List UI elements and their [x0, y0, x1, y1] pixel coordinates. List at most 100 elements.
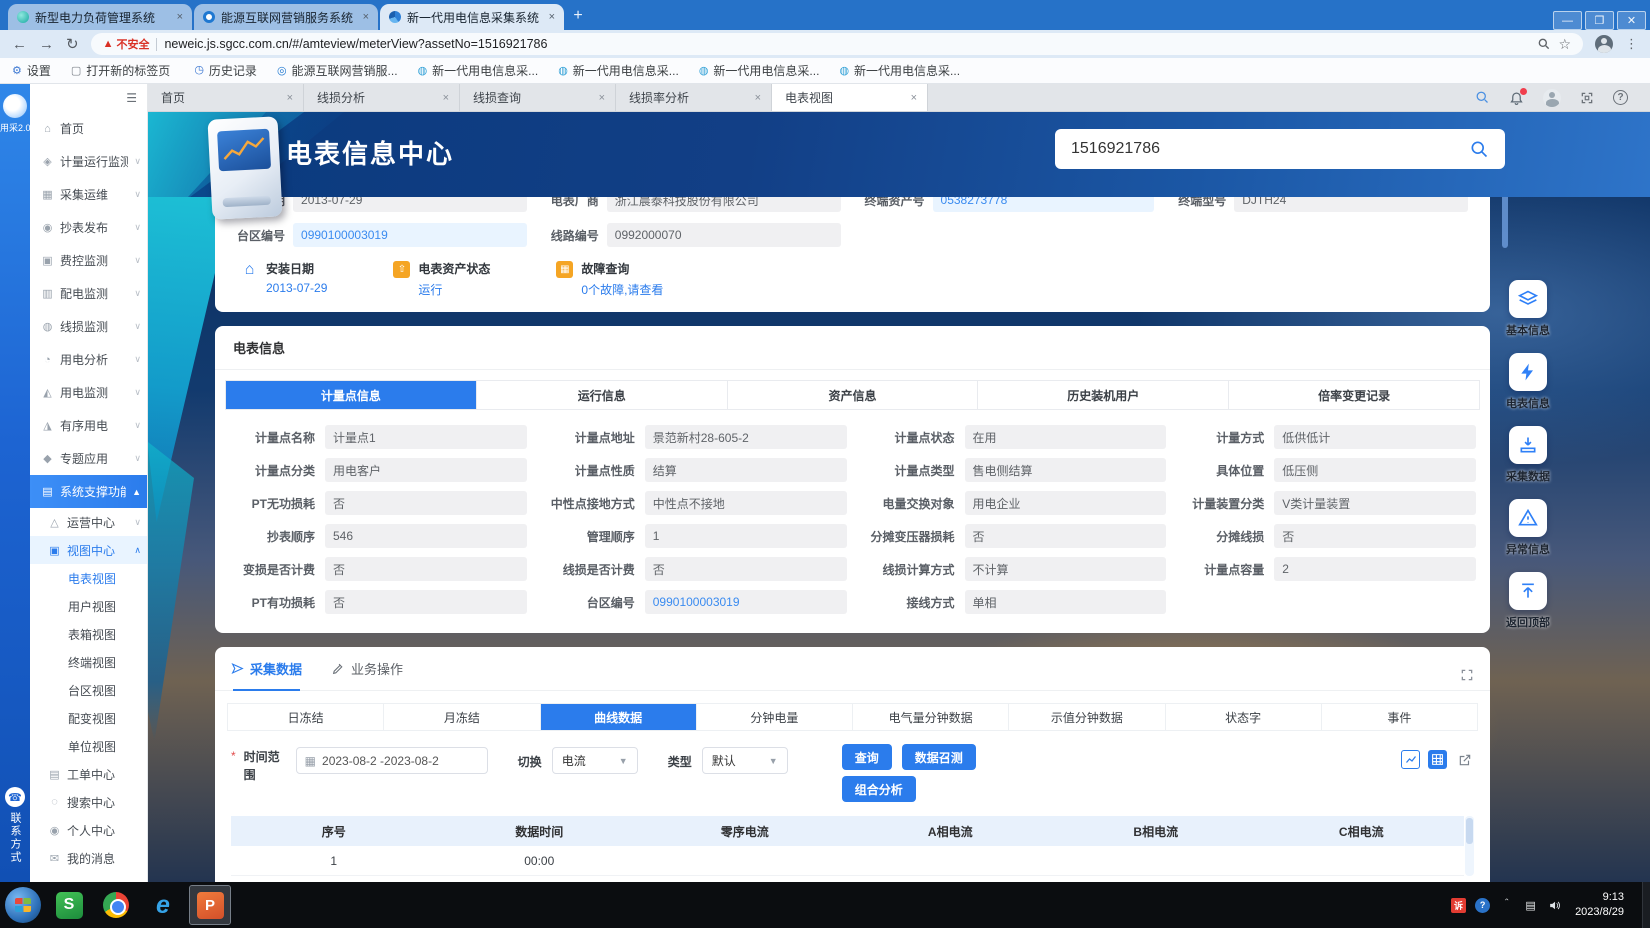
tab-close-icon[interactable]: × [363, 11, 369, 23]
sidebar-item-station-view[interactable]: 台区视图 [30, 676, 147, 704]
tray-help-icon[interactable]: ? [1475, 898, 1490, 913]
close-button[interactable]: ✕ [1617, 11, 1646, 30]
sidebar-item[interactable]: ◮有序用电∨ [30, 409, 147, 442]
sidebar-item-home[interactable]: ⌂首页 [30, 112, 147, 145]
close-icon[interactable]: × [599, 92, 605, 104]
sidebar-item-workorder-center[interactable]: ▤工单中心 [30, 760, 147, 788]
tab-lineloss-analysis[interactable]: 线损分析× [304, 84, 460, 111]
type-select[interactable]: 默认▼ [702, 747, 788, 774]
sidebar-item-system-support[interactable]: ▤系统支撑功能▲ [30, 475, 147, 508]
table-scrollbar[interactable] [1465, 816, 1474, 876]
minimize-button[interactable]: — [1553, 11, 1582, 30]
sidebar-item-unit-view[interactable]: 单位视图 [30, 732, 147, 760]
tab-lineloss-rate[interactable]: 线损率分析× [616, 84, 772, 111]
taskbar-ppt-icon[interactable]: P [190, 886, 230, 924]
tab-business-ops[interactable]: 业务操作 [332, 659, 403, 682]
maximize-button[interactable]: ❐ [1585, 11, 1614, 30]
tab-home[interactable]: 首页× [148, 84, 304, 111]
taskbar-clock[interactable]: 9:13 2023/8/29 [1575, 890, 1624, 921]
close-icon[interactable]: × [287, 92, 293, 104]
chart-view-icon[interactable] [1401, 750, 1420, 769]
bookmark-history[interactable]: ◷历史记录 [190, 62, 257, 79]
subtab-minute-energy[interactable]: 分钟电量 [697, 704, 853, 730]
sidebar-item-meterbox-view[interactable]: 表箱视图 [30, 620, 147, 648]
expand-icon[interactable] [1460, 668, 1474, 682]
sidebar-item[interactable]: ◭用电监测∨ [30, 376, 147, 409]
quicknav-exception-info[interactable]: 异常信息 [1506, 499, 1550, 557]
close-icon[interactable]: × [755, 92, 761, 104]
contact-widget[interactable]: ☎ 联系方式 [0, 787, 30, 864]
station-area-link[interactable]: 0990100003019 [293, 223, 527, 247]
subtab-reading-minute-data[interactable]: 示值分钟数据 [1009, 704, 1165, 730]
help-icon[interactable]: ? [1613, 90, 1628, 105]
sidebar-item-personal-center[interactable]: ◉个人中心 [30, 816, 147, 844]
tab-metering-point-info[interactable]: 计量点信息 [226, 381, 477, 409]
browser-tab-active[interactable]: 新一代用电信息采集系统 × [380, 4, 564, 30]
sidebar-item[interactable]: ◆专题应用∨ [30, 442, 147, 475]
volume-icon[interactable] [1547, 898, 1562, 913]
browser-tab[interactable]: 能源互联网营销服务系统 × [194, 4, 378, 30]
forward-icon[interactable]: → [39, 36, 54, 53]
sidebar-item[interactable]: ◈计量运行监测∨ [30, 145, 147, 178]
bell-icon[interactable] [1509, 90, 1524, 105]
search-icon[interactable] [1469, 139, 1489, 159]
tab-history-users[interactable]: 历史装机用户 [978, 381, 1229, 409]
switch-select[interactable]: 电流▼ [552, 747, 638, 774]
fault-link[interactable]: 0个故障,请查看 [581, 281, 663, 298]
sidebar-item[interactable]: ◔用电分析∨ [30, 343, 147, 376]
export-icon[interactable] [1455, 750, 1474, 769]
search-icon[interactable] [1475, 90, 1490, 105]
bookmark-item[interactable]: ◍新一代用电信息采... [558, 62, 679, 79]
bookmark-item[interactable]: ◍新一代用电信息采... [839, 62, 960, 79]
user-avatar[interactable] [1543, 89, 1561, 107]
tab-collected-data[interactable]: 采集数据 [231, 659, 302, 682]
tab-close-icon[interactable]: × [177, 11, 183, 23]
profile-avatar[interactable] [1595, 35, 1613, 53]
asset-search-box[interactable] [1055, 129, 1505, 169]
bookmark-settings[interactable]: ⚙设置 [12, 62, 51, 79]
tab-ratio-change-log[interactable]: 倍率变更记录 [1229, 381, 1479, 409]
fullscreen-icon[interactable] [1580, 91, 1594, 105]
browser-menu-icon[interactable]: ⋮ [1625, 36, 1638, 52]
tab-running-info[interactable]: 运行信息 [477, 381, 728, 409]
security-warning[interactable]: ▲不安全 [103, 36, 150, 52]
query-button[interactable]: 查询 [842, 744, 892, 770]
start-button[interactable] [5, 887, 41, 923]
tray-keyboard-icon[interactable]: ▤ [1523, 898, 1538, 913]
zoom-icon[interactable] [1537, 37, 1551, 51]
subtab-status-word[interactable]: 状态字 [1166, 704, 1322, 730]
sidebar-item-user-view[interactable]: 用户视图 [30, 592, 147, 620]
sidebar-item[interactable]: ◍线损监测∨ [30, 310, 147, 343]
sidebar-item-transformer-view[interactable]: 配变视图 [30, 704, 147, 732]
bookmark-item[interactable]: ◍新一代用电信息采... [699, 62, 820, 79]
close-icon[interactable]: × [911, 92, 917, 104]
tray-app-icon[interactable]: 诉 [1451, 898, 1466, 913]
quicknav-meter-info[interactable]: 电表信息 [1506, 353, 1550, 411]
sidebar-collapse-icon[interactable]: ☰ [30, 84, 147, 112]
new-tab-button[interactable]: + [566, 4, 590, 28]
refresh-icon[interactable]: ↻ [66, 35, 79, 53]
tab-meter-view[interactable]: 电表视图× [772, 84, 928, 111]
sidebar-item-operation-center[interactable]: △运营中心∨ [30, 508, 147, 536]
url-box[interactable]: ▲不安全 neweic.js.sgcc.com.cn/#/amteview/me… [91, 33, 1583, 55]
taskbar-chrome-icon[interactable] [96, 886, 136, 924]
sidebar-item-meter-view[interactable]: 电表视图 [30, 564, 147, 592]
combined-analysis-button[interactable]: 组合分析 [842, 776, 916, 802]
sidebar-item-search-center[interactable]: ◌搜索中心 [30, 788, 147, 816]
taskbar-ie-icon[interactable]: e [143, 886, 183, 924]
taskbar-wps-icon[interactable]: S [49, 886, 89, 924]
tab-close-icon[interactable]: × [549, 11, 555, 23]
sidebar-item-terminal-view[interactable]: 终端视图 [30, 648, 147, 676]
show-desktop-button[interactable] [1642, 882, 1650, 928]
sidebar-item-view-center[interactable]: ▣视图中心∧ [30, 536, 147, 564]
bookmark-star-icon[interactable]: ☆ [1558, 36, 1571, 53]
sidebar-item[interactable]: ▦采集运维∨ [30, 178, 147, 211]
table-view-icon[interactable] [1428, 750, 1447, 769]
data-recall-button[interactable]: 数据召测 [902, 744, 976, 770]
sidebar-item[interactable]: ▣费控监测∨ [30, 244, 147, 277]
subtab-events[interactable]: 事件 [1322, 704, 1477, 730]
browser-tab[interactable]: 新型电力负荷管理系统 × [8, 4, 192, 30]
asset-search-input[interactable] [1071, 140, 1469, 158]
bookmark-item[interactable]: ◍新一代用电信息采... [418, 62, 539, 79]
back-icon[interactable]: ← [12, 36, 27, 53]
